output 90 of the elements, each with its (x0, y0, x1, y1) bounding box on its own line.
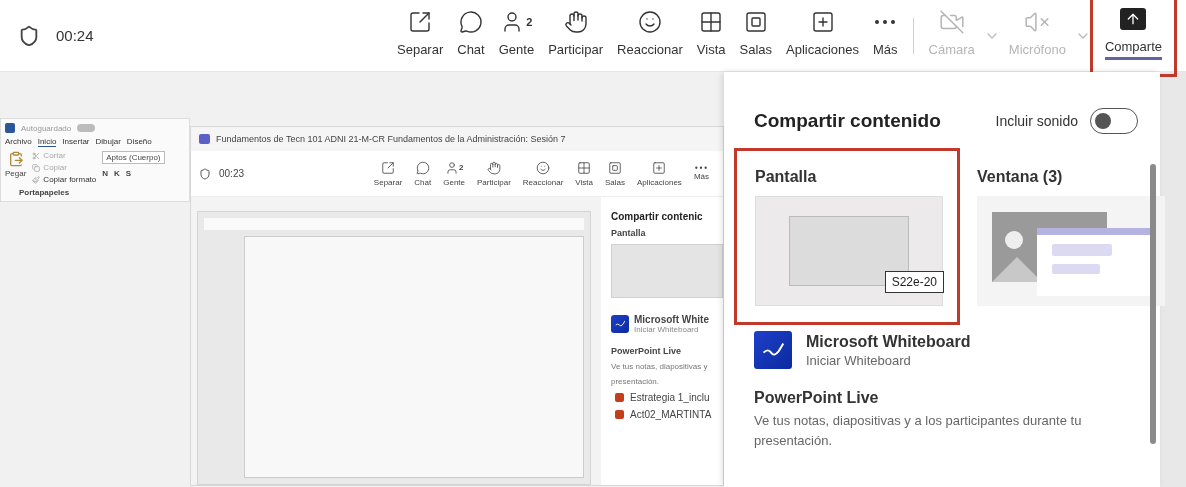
hand-icon (486, 160, 501, 175)
panel-title: Compartir contenido (754, 110, 942, 132)
toolbar-button[interactable]: Vista (569, 160, 599, 187)
format-label: K (114, 169, 120, 178)
plus-square-icon (652, 160, 667, 175)
grid-icon (699, 10, 724, 34)
shield-icon (18, 24, 40, 47)
toolbar-button[interactable]: Reaccionar (516, 160, 570, 187)
app-subtitle: Iniciar Whiteboard (634, 325, 700, 334)
people-count: 2 (458, 163, 464, 172)
sound-toggle[interactable] (1090, 108, 1138, 134)
toolbar-button[interactable]: Reaccionar (610, 0, 690, 71)
whiteboard-icon (611, 315, 629, 333)
toolbar-button[interactable]: Comparte (1092, 0, 1174, 74)
toolbar-button[interactable]: Participar (471, 160, 517, 187)
smiley-icon (536, 160, 551, 175)
toolbar-button[interactable]: Chat (450, 0, 492, 71)
plus-square-icon (810, 10, 835, 34)
pop-out-icon (408, 10, 433, 34)
call-timer: 00:24 (56, 27, 94, 44)
toolbar-button[interactable]: Salas (598, 160, 631, 187)
app-title: Microsoft White (634, 314, 709, 325)
chat-icon (415, 160, 430, 175)
app-subtitle: Iniciar Whiteboard (806, 352, 912, 368)
toolbar-button[interactable]: Vista (689, 0, 733, 71)
autosave-label: Autoguardado (21, 123, 72, 133)
ribbon-menu-label: Insertar (62, 137, 90, 147)
clipboard-item: Copiar (43, 163, 67, 172)
paintbrush-icon (32, 175, 41, 184)
paste-label: Pegar (5, 169, 27, 178)
shield-icon (199, 167, 211, 180)
toolbar-button[interactable]: Separar (367, 160, 409, 187)
more-icon (694, 165, 709, 170)
file-name: Estrategia 1_inclu (630, 392, 710, 403)
ribbon-menu-label: Inicio (37, 137, 57, 147)
option-label: Ventana (3) (977, 168, 1064, 186)
panel-title: Compartir contenic (611, 211, 704, 222)
toolbar-button[interactable]: Chat (408, 160, 438, 187)
rooms-icon (743, 10, 768, 34)
window-title: Fundamentos de Tecn 101 ADNI 21-M-CR Fundamentos de la Administración: Sesión 7 (216, 134, 566, 144)
sound-label: Incluir sonido (995, 113, 1078, 129)
clipboard-item: Cortar (43, 151, 66, 160)
copy-icon (32, 163, 41, 172)
call-timer: 00:23 (219, 168, 245, 179)
toolbar-button[interactable]: 2 Gente (437, 160, 472, 187)
section-description: Ve tus notas, diapositivas y a los participantes durante tu presentación. (754, 412, 1083, 450)
group-label: Portapapeles (19, 188, 71, 197)
toolbar-button[interactable]: Aplicaciones (779, 0, 867, 71)
whiteboard-icon (754, 331, 792, 369)
ribbon-menu-label: Dibujar (95, 137, 121, 147)
clipboard-item: Copiar formato (43, 175, 97, 184)
ribbon-menu-label: Archivo (5, 137, 32, 147)
scissors-icon (32, 151, 41, 160)
teams-logo-icon (199, 134, 210, 144)
toolbar-button[interactable]: Separar (390, 0, 451, 71)
toolbar-button[interactable]: Salas (732, 0, 780, 71)
ribbon-menu-label: Diseño (126, 137, 152, 147)
more-icon (873, 19, 898, 25)
option-label: Pantalla (755, 168, 818, 186)
camera-off-icon (938, 9, 965, 35)
description-line: presentación. (611, 377, 661, 386)
pop-out-icon (381, 160, 396, 175)
smiley-icon (637, 10, 662, 34)
grid-icon (577, 160, 592, 175)
toolbar-button[interactable]: Más (866, 0, 905, 71)
person-icon (444, 160, 459, 175)
format-label: N (102, 169, 109, 178)
format-label: S (125, 169, 132, 178)
rooms-icon (607, 160, 622, 175)
word-logo-icon (5, 123, 15, 133)
toolbar-button[interactable]: Más (687, 165, 715, 182)
window-thumbnail[interactable] (977, 196, 1165, 306)
paste-icon (7, 151, 24, 167)
scrollbar-thumb[interactable] (1150, 164, 1156, 444)
section-title: PowerPoint Live (754, 389, 880, 407)
chat-icon (459, 10, 483, 34)
toolbar-button[interactable]: Participar (541, 0, 611, 71)
screen-thumbnail[interactable]: S22e-20 (755, 196, 943, 306)
option-label: Pantalla (611, 228, 647, 238)
font-field: Aptos (Cuerpo) (102, 151, 165, 164)
people-count: 2 (526, 16, 533, 28)
description-line: Ve tus notas, diapositivas y (611, 362, 709, 371)
app-title: Microsoft Whiteboard (806, 332, 971, 351)
tooltip: S22e-20 (884, 271, 944, 293)
toolbar-button[interactable]: 2 Gente (491, 0, 542, 71)
toolbar-button[interactable]: Aplicaciones (630, 160, 688, 187)
hand-icon (563, 10, 588, 34)
file-name: Act02_MARTINTA (630, 409, 712, 420)
share-upload-icon (1120, 8, 1147, 30)
section-title: PowerPoint Live (611, 346, 682, 356)
